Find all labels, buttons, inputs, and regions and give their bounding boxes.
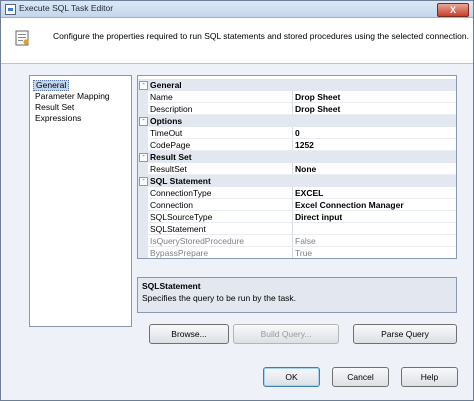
property-row-connection[interactable]: Connection Excel Connection Manager [138, 199, 456, 211]
title-bar[interactable]: Execute SQL Task Editor X [1, 1, 473, 18]
property-row-description[interactable]: Description Drop Sheet [138, 103, 456, 115]
property-row-codepage[interactable]: CodePage 1252 [138, 139, 456, 151]
nav-item-parameter-mapping[interactable]: Parameter Mapping [33, 91, 112, 102]
ok-button[interactable]: OK [263, 367, 320, 387]
description-title: SQLStatement [142, 281, 201, 291]
collapse-icon[interactable]: - [139, 153, 148, 162]
window-title: Execute SQL Task Editor [19, 3, 114, 13]
cancel-button[interactable]: Cancel [332, 367, 389, 387]
close-button[interactable]: X [437, 3, 469, 17]
header-description: Configure the properties required to run… [53, 31, 469, 41]
collapse-icon[interactable]: - [139, 81, 148, 90]
property-description-panel: SQLStatement Specifies the query to be r… [137, 277, 457, 313]
property-row-isquerystoredprocedure[interactable]: IsQueryStoredProcedure False [138, 235, 456, 247]
browse-button[interactable]: Browse... [149, 324, 229, 344]
property-row-resultset[interactable]: ResultSet None [138, 163, 456, 175]
category-sql-statement[interactable]: - SQL Statement [138, 175, 456, 187]
collapse-icon[interactable]: - [139, 117, 148, 126]
page-nav-list: General Parameter Mapping Result Set Exp… [29, 75, 132, 327]
category-general[interactable]: - General [138, 79, 456, 91]
property-row-name[interactable]: Name Drop Sheet [138, 91, 456, 103]
collapse-icon[interactable]: - [139, 177, 148, 186]
category-result-set[interactable]: - Result Set [138, 151, 456, 163]
property-row-sqlstatement[interactable]: SQLStatement [138, 223, 456, 235]
property-row-sqlsourcetype[interactable]: SQLSourceType Direct input [138, 211, 456, 223]
nav-item-general[interactable]: General [33, 80, 70, 91]
build-query-button[interactable]: Build Query... [233, 324, 339, 344]
header-banner: Configure the properties required to run… [1, 18, 473, 64]
nav-item-result-set[interactable]: Result Set [33, 102, 76, 113]
help-button[interactable]: Help [401, 367, 458, 387]
category-options[interactable]: - Options [138, 115, 456, 127]
property-row-connectiontype[interactable]: ConnectionType EXCEL [138, 187, 456, 199]
app-icon [5, 4, 16, 15]
property-row-timeout[interactable]: TimeOut 0 [138, 127, 456, 139]
property-grid: - General Name Drop Sheet Description Dr… [137, 75, 457, 259]
nav-item-expressions[interactable]: Expressions [33, 113, 83, 124]
dialog-window: Execute SQL Task Editor X Configure the … [0, 0, 474, 401]
property-row-bypassprepare[interactable]: BypassPrepare True [138, 247, 456, 258]
description-text: Specifies the query to be run by the tas… [142, 293, 297, 303]
parse-query-button[interactable]: Parse Query [353, 324, 457, 344]
task-icon [15, 30, 29, 46]
